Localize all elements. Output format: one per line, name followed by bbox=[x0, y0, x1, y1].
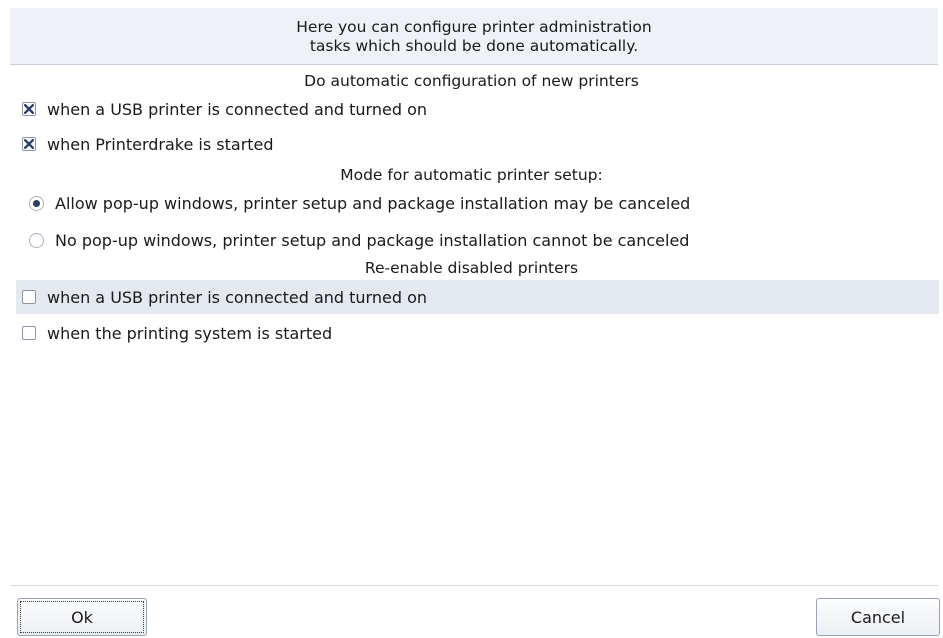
reenable-printing-system-option[interactable]: when the printing system is started bbox=[16, 316, 939, 350]
radio-selected-dot bbox=[33, 199, 40, 207]
reenable-section-title: Re-enable disabled printers bbox=[364, 259, 579, 277]
auto-config-printerdrake-checkbox[interactable] bbox=[22, 137, 36, 151]
auto-config-section-title: Do automatic configuration of new printe… bbox=[304, 72, 639, 90]
check-x-icon bbox=[24, 104, 34, 114]
reenable-usb-option[interactable]: when a USB printer is connected and turn… bbox=[16, 280, 939, 314]
ok-button[interactable]: Ok bbox=[17, 598, 147, 636]
printer-automation-dialog: Here you can configure printer administr… bbox=[0, 0, 943, 638]
auto-config-printerdrake-label: when Printerdrake is started bbox=[47, 134, 274, 154]
reenable-printing-system-checkbox[interactable] bbox=[22, 326, 36, 340]
reenable-usb-checkbox[interactable] bbox=[22, 290, 36, 304]
button-bar-divider bbox=[10, 585, 938, 586]
setup-mode-no-popups-option[interactable]: No pop-up windows, printer setup and pac… bbox=[16, 223, 939, 257]
intro-divider bbox=[10, 64, 938, 65]
setup-mode-allow-popups-radio[interactable] bbox=[29, 195, 44, 211]
setup-mode-no-popups-radio[interactable] bbox=[29, 232, 44, 248]
auto-config-usb-checkbox[interactable] bbox=[22, 102, 36, 116]
auto-config-usb-label: when a USB printer is connected and turn… bbox=[47, 99, 428, 119]
setup-mode-allow-popups-option[interactable]: Allow pop-up windows, printer setup and … bbox=[16, 186, 939, 220]
auto-config-usb-option[interactable]: when a USB printer is connected and turn… bbox=[16, 92, 939, 126]
setup-mode-section-title: Mode for automatic printer setup: bbox=[340, 166, 603, 184]
setup-mode-no-popups-label: No pop-up windows, printer setup and pac… bbox=[55, 230, 690, 250]
check-x-icon bbox=[24, 139, 34, 149]
setup-mode-allow-popups-label: Allow pop-up windows, printer setup and … bbox=[55, 193, 691, 213]
reenable-printing-system-label: when the printing system is started bbox=[47, 323, 333, 343]
intro-line-2: tasks which should be done automatically… bbox=[309, 37, 639, 55]
cancel-button[interactable]: Cancel bbox=[816, 598, 940, 636]
intro-text: Here you can configure printer administr… bbox=[10, 8, 938, 64]
intro-line-1: Here you can configure printer administr… bbox=[296, 18, 652, 36]
auto-config-printerdrake-option[interactable]: when Printerdrake is started bbox=[16, 127, 939, 161]
reenable-usb-label: when a USB printer is connected and turn… bbox=[47, 287, 428, 307]
